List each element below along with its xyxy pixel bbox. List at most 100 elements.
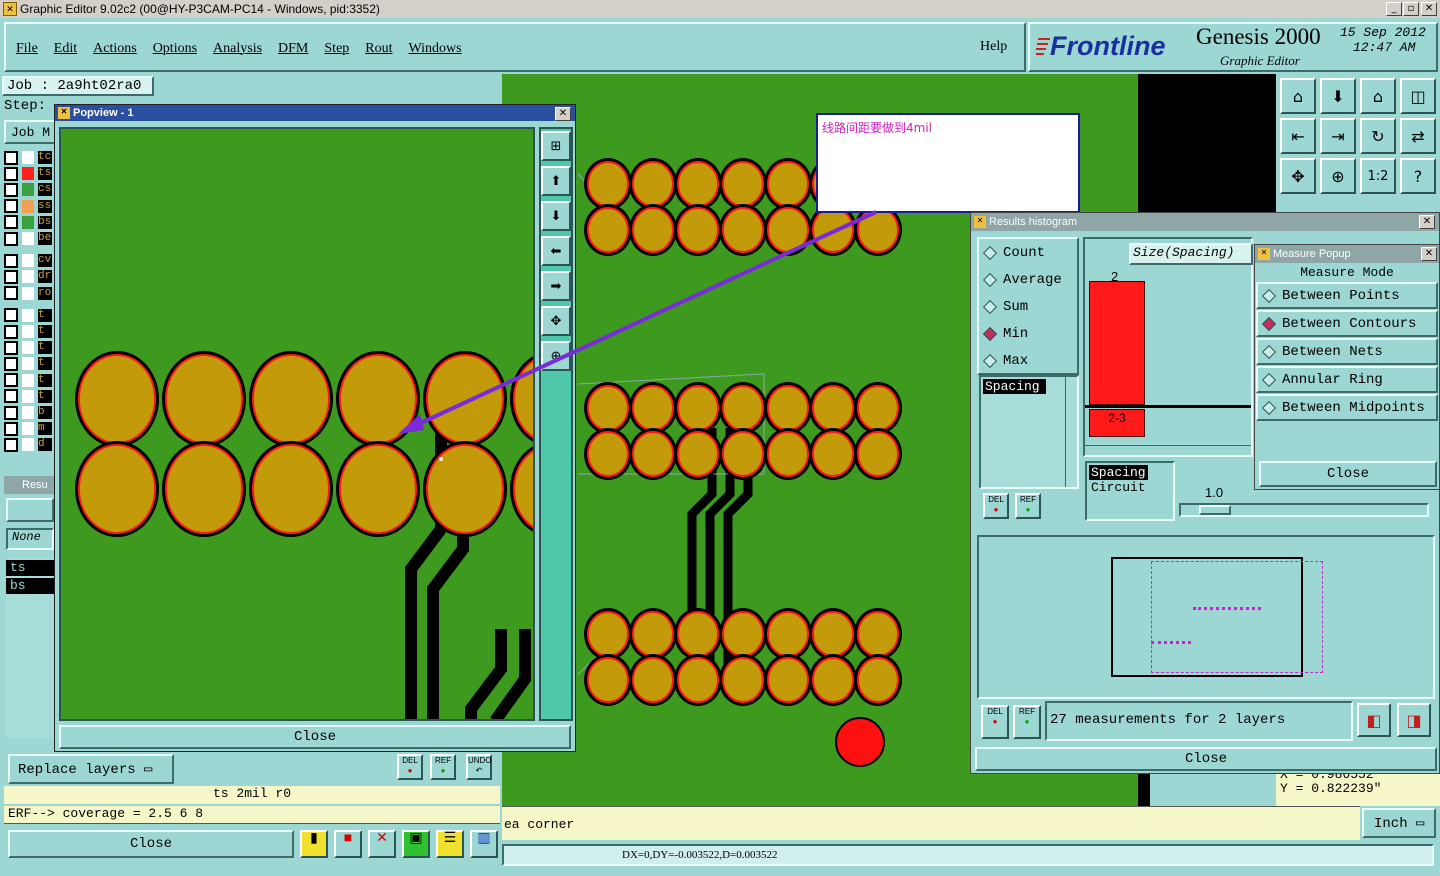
layer-name[interactable]: t: [38, 325, 52, 338]
layer-color-swatch[interactable]: [22, 373, 34, 387]
layer-name[interactable]: bs: [38, 215, 52, 229]
layer-row[interactable]: t: [4, 389, 56, 404]
type-circuit[interactable]: Circuit: [1087, 480, 1173, 495]
layer-color-swatch[interactable]: [22, 308, 34, 322]
histogram-icon[interactable]: ▥: [470, 830, 498, 858]
measure-option-between-points[interactable]: Between Points: [1256, 282, 1438, 309]
menu-dfm[interactable]: DFM: [278, 41, 308, 56]
layer-checkbox[interactable]: [4, 253, 18, 268]
layer-checkbox[interactable]: [4, 215, 18, 230]
hist-option-min[interactable]: Min: [979, 320, 1077, 347]
bottom-close-button[interactable]: Close: [8, 830, 294, 858]
radio-diamond-icon[interactable]: [1261, 400, 1277, 415]
zoom-fit-icon[interactable]: ✥: [1280, 158, 1316, 194]
popview-canvas[interactable]: [59, 127, 535, 721]
layer-color-swatch[interactable]: [22, 406, 34, 419]
layer-row[interactable]: t: [4, 324, 56, 339]
layer-color-swatch[interactable]: [22, 215, 34, 229]
radio-diamond-icon[interactable]: [982, 353, 998, 368]
layer-name[interactable]: ro: [38, 286, 52, 300]
hist-ref-button[interactable]: REF ●: [1015, 493, 1041, 519]
layer-name[interactable]: be: [38, 232, 52, 245]
layer-row[interactable]: ts: [4, 166, 56, 181]
measure-option-between-midpoints[interactable]: Between Midpoints: [1256, 394, 1438, 421]
layer-name[interactable]: dr: [38, 270, 52, 284]
layer-checkbox[interactable]: [4, 356, 18, 371]
layer-checkbox[interactable]: [4, 373, 18, 388]
layer-color-swatch[interactable]: [22, 270, 34, 284]
popview-pan-up-icon[interactable]: ⬆: [541, 166, 571, 196]
menu-edit[interactable]: Edit: [54, 41, 77, 56]
layer-row[interactable]: ro: [4, 286, 56, 301]
ref-button[interactable]: REF ●: [430, 754, 456, 780]
radio-diamond-icon[interactable]: [1261, 288, 1277, 303]
preview-del-button[interactable]: DEL ●: [981, 705, 1009, 739]
hist-option-sum[interactable]: Sum: [979, 293, 1077, 320]
popview-fit-icon[interactable]: ✥: [541, 306, 571, 336]
results-item-bs[interactable]: bs: [6, 578, 54, 594]
zoom-center-icon[interactable]: ⊕: [1320, 158, 1356, 194]
measure-close-button[interactable]: Close: [1259, 461, 1437, 487]
pan-down-icon[interactable]: ⬇: [1320, 78, 1356, 114]
popview-close-button[interactable]: Close: [59, 725, 571, 749]
histogram-slider-thumb[interactable]: [1199, 505, 1231, 515]
layer-name[interactable]: t: [38, 341, 52, 355]
menu-step[interactable]: Step: [324, 41, 349, 56]
menu-file[interactable]: File: [16, 41, 38, 56]
measure-option-between-contours[interactable]: Between Contours: [1256, 310, 1438, 337]
popview-pan-down-icon[interactable]: ⬇: [541, 201, 571, 231]
histogram-list-item[interactable]: Spacing: [983, 379, 1046, 394]
report-icon[interactable]: ☰: [436, 830, 464, 858]
layer-name[interactable]: ts: [38, 167, 52, 181]
layer-checkbox[interactable]: [4, 340, 18, 355]
popview-close-icon[interactable]: ✕: [555, 107, 571, 121]
histogram-list-scrollbar[interactable]: [1065, 377, 1077, 487]
layer-color-swatch[interactable]: [22, 151, 34, 164]
delete-ref-icon[interactable]: ✕: [368, 830, 396, 858]
layer-name[interactable]: cv: [38, 254, 52, 268]
replace-layers-dropdown[interactable]: Replace layers ▭: [8, 754, 174, 784]
maximize-icon[interactable]: ▫: [1403, 2, 1419, 16]
layer-color-swatch[interactable]: [22, 389, 34, 403]
popview-center-icon[interactable]: ⊕: [541, 341, 571, 371]
layer-color-swatch[interactable]: [22, 254, 34, 268]
layer-checkbox[interactable]: [4, 421, 18, 436]
measure-close-icon[interactable]: ✕: [1421, 247, 1437, 261]
layer-checkbox[interactable]: [4, 324, 18, 339]
layer-name[interactable]: b: [38, 406, 52, 419]
layer-color-swatch[interactable]: [22, 438, 34, 452]
green-tool-icon[interactable]: ▣: [402, 830, 430, 858]
pan-right-icon[interactable]: ⇥: [1320, 118, 1356, 154]
undo-button[interactable]: UNDO ↶: [466, 754, 492, 780]
layer-row[interactable]: cv: [4, 253, 56, 268]
layer-row[interactable]: t: [4, 373, 56, 388]
layer-row[interactable]: t: [4, 340, 56, 355]
window-split-icon[interactable]: ◫: [1400, 78, 1436, 114]
measure-option-annular-ring[interactable]: Annular Ring: [1256, 366, 1438, 393]
zoom-home-icon[interactable]: ⌂: [1280, 78, 1316, 114]
layer-checkbox[interactable]: [4, 182, 18, 197]
menu-help[interactable]: Help: [980, 39, 1007, 55]
minimize-icon[interactable]: _: [1386, 2, 1402, 16]
layer-color-swatch[interactable]: [22, 286, 34, 300]
layer-name[interactable]: m: [38, 422, 52, 436]
hist-option-count[interactable]: Count: [979, 239, 1077, 266]
layer-checkbox[interactable]: [4, 231, 18, 246]
layer-color-swatch[interactable]: [22, 325, 34, 338]
layer-checkbox[interactable]: [4, 150, 18, 165]
radio-diamond-icon[interactable]: [1261, 344, 1277, 359]
preview-ref-button[interactable]: REF ●: [1013, 705, 1041, 739]
layer-row[interactable]: t: [4, 308, 56, 323]
close-window-icon[interactable]: ✕: [1421, 2, 1437, 16]
layer-color-swatch[interactable]: [22, 357, 34, 371]
layer-color-swatch[interactable]: [22, 422, 34, 436]
radio-diamond-icon[interactable]: [982, 245, 998, 260]
histogram-close-icon[interactable]: ✕: [1419, 215, 1435, 229]
layer-name[interactable]: ss: [38, 199, 52, 213]
layer-row[interactable]: tc: [4, 150, 56, 165]
menu-analysis[interactable]: Analysis: [213, 41, 262, 56]
layer-color-swatch[interactable]: [22, 167, 34, 181]
layer-checkbox[interactable]: [4, 437, 18, 452]
histogram-bar[interactable]: [1089, 281, 1145, 405]
histogram-h-scrollbar[interactable]: [1085, 445, 1251, 455]
